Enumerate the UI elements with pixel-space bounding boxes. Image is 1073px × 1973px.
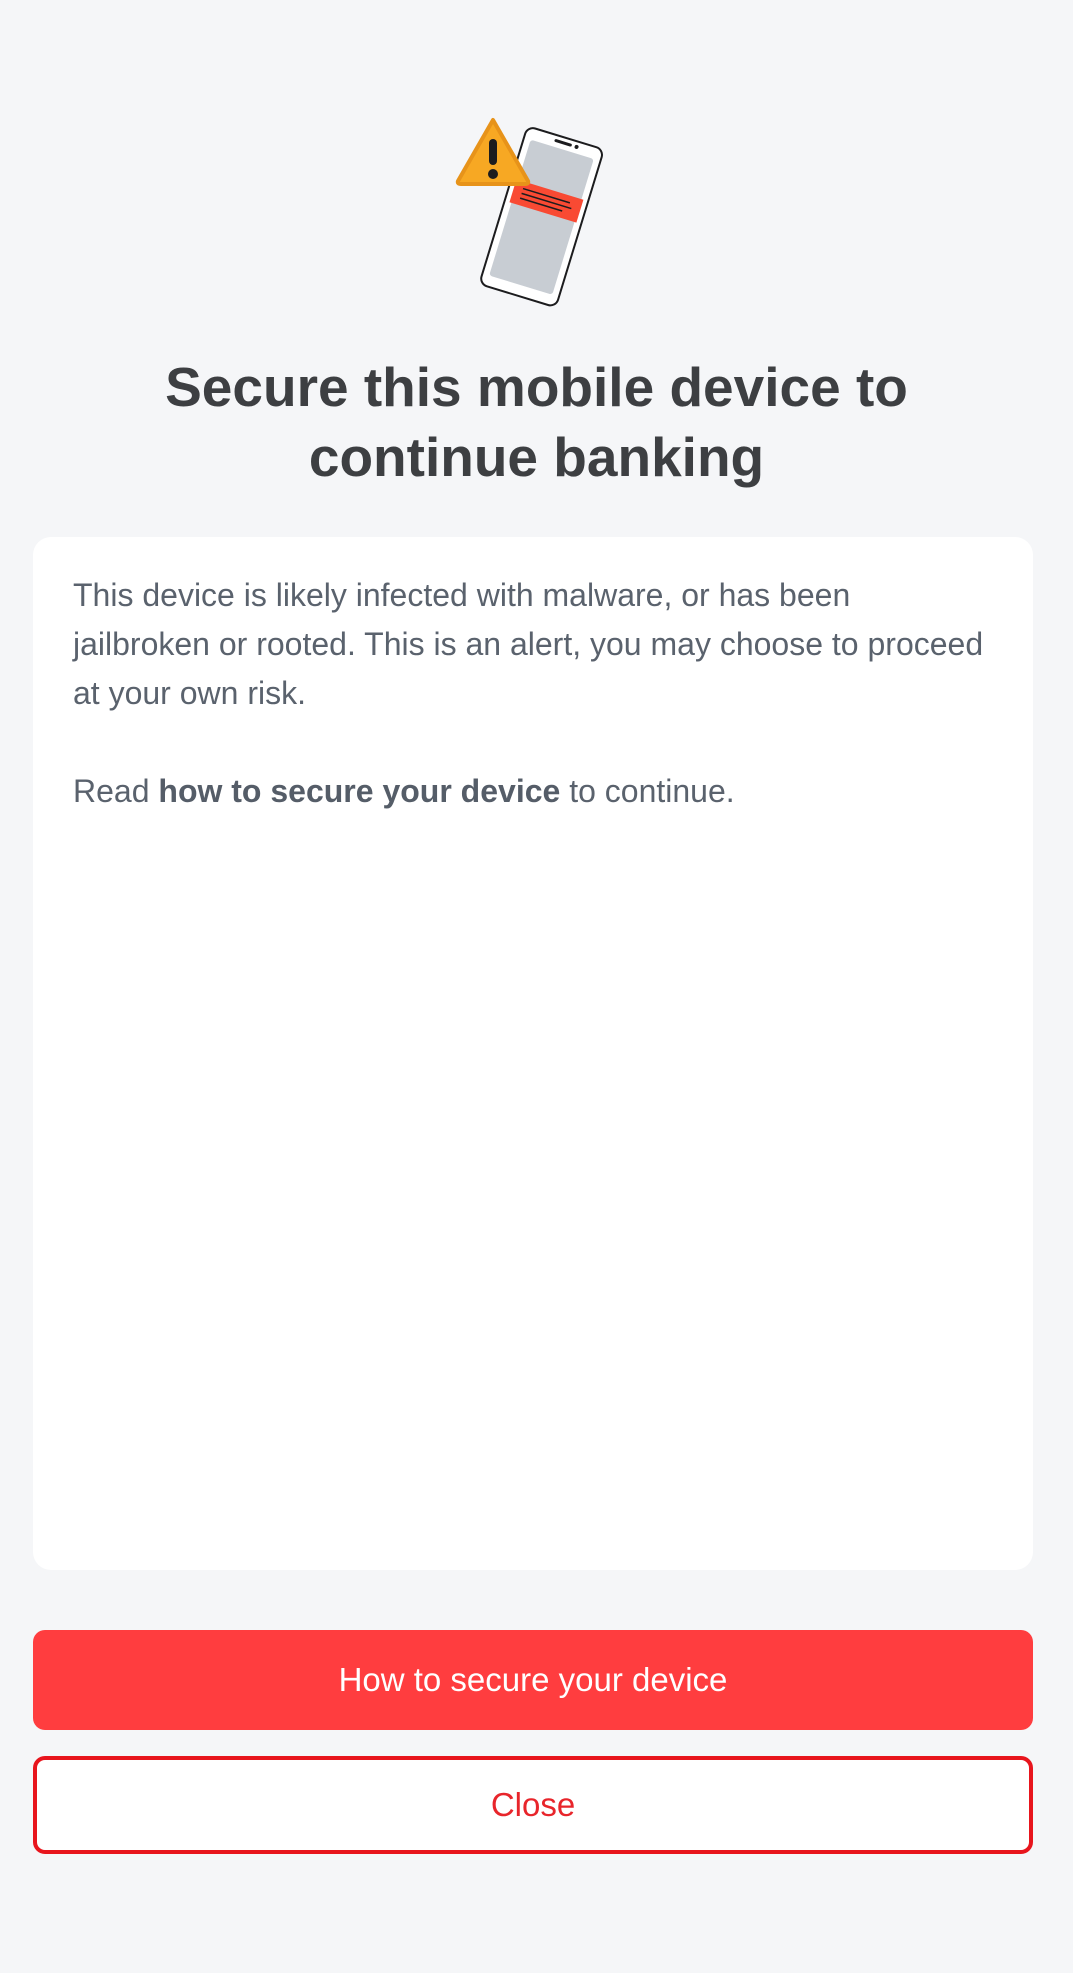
warning-message: This device is likely infected with malw… xyxy=(73,577,984,711)
instruction-message: Read how to secure your device to contin… xyxy=(73,767,993,816)
page-title: Secure this mobile device to continue ba… xyxy=(165,356,908,488)
close-button[interactable]: Close xyxy=(33,1756,1033,1854)
warning-phone-illustration xyxy=(450,112,630,317)
warning-icon xyxy=(455,118,531,186)
instruction-emphasis: how to secure your device xyxy=(158,773,561,809)
message-card: This device is likely infected with malw… xyxy=(33,537,1033,1570)
instruction-suffix: to continue. xyxy=(560,773,735,809)
how-to-secure-button[interactable]: How to secure your device xyxy=(33,1630,1033,1730)
instruction-prefix: Read xyxy=(73,773,159,809)
